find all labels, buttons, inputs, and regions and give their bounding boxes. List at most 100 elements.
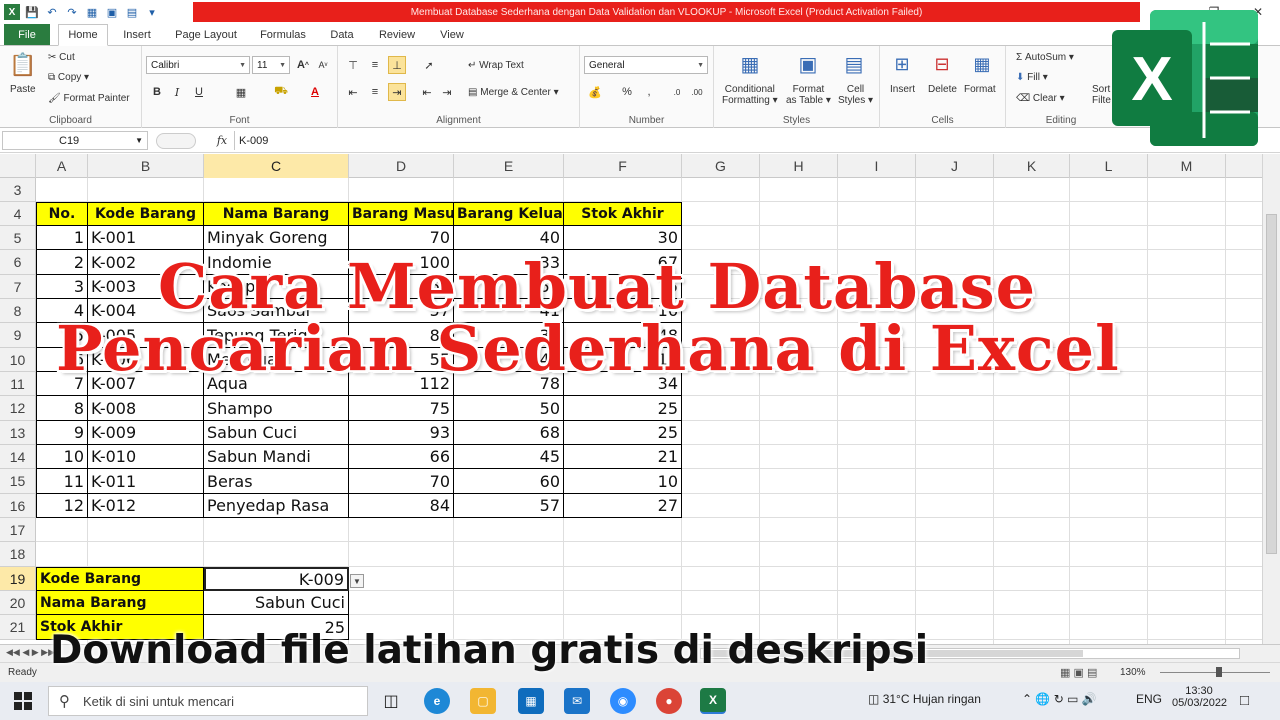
tray-icons[interactable]: ⌃ 🌐 ↻ ▭ 🔊: [1022, 692, 1097, 706]
redo-icon[interactable]: ↷: [64, 4, 80, 20]
table-cell[interactable]: 66: [349, 445, 454, 469]
table-cell[interactable]: K-009: [88, 421, 204, 445]
row-header[interactable]: 13: [0, 421, 36, 445]
clear-button[interactable]: ⌫ Clear ▾: [1016, 93, 1065, 104]
delete-cells-icon[interactable]: ⊟: [928, 50, 956, 78]
column-header-a[interactable]: A: [36, 154, 88, 178]
row-header[interactable]: 11: [0, 372, 36, 396]
file-explorer-icon[interactable]: ▢: [470, 688, 496, 714]
table-cell[interactable]: 2: [36, 250, 88, 275]
notification-icon[interactable]: □: [1240, 692, 1249, 709]
row-header[interactable]: 21: [0, 615, 36, 640]
table-header-kode[interactable]: Kode Barang: [88, 202, 204, 226]
insert-cells-button[interactable]: Insert: [890, 84, 915, 95]
format-as-table-button[interactable]: Format as Table ▾: [786, 84, 831, 106]
format-painter-button[interactable]: 🖌 Format Painter: [48, 93, 130, 104]
table-cell[interactable]: 21: [564, 445, 682, 469]
decrease-indent-icon[interactable]: ⇤: [418, 83, 436, 101]
language-indicator[interactable]: ENG: [1136, 692, 1162, 706]
table-cell[interactable]: 84: [349, 494, 454, 518]
task-view-icon[interactable]: ◫: [378, 688, 404, 714]
table-cell[interactable]: Beras: [204, 469, 349, 494]
row-header[interactable]: 5: [0, 226, 36, 250]
scrollbar-thumb[interactable]: [1266, 214, 1277, 554]
font-name-combo[interactable]: Calibri ▼: [146, 56, 250, 74]
format-cells-icon[interactable]: ▦: [968, 50, 996, 78]
row-header[interactable]: 17: [0, 518, 36, 542]
column-header-b[interactable]: B: [88, 154, 204, 178]
number-format-combo[interactable]: General ▼: [584, 56, 708, 74]
tab-insert[interactable]: Insert: [114, 24, 160, 46]
form-icon[interactable]: ▦: [84, 4, 100, 20]
table-header-keluar[interactable]: Barang Keluar: [454, 202, 564, 226]
excel-app-icon[interactable]: X: [4, 4, 20, 20]
row-header[interactable]: 10: [0, 348, 36, 372]
undo-icon[interactable]: ↶: [44, 4, 60, 20]
underline-button[interactable]: U: [190, 83, 208, 101]
chevron-up-icon[interactable]: ⌃: [1022, 692, 1032, 706]
table-header-no[interactable]: No.: [36, 202, 88, 226]
table-cell[interactable]: 11: [36, 469, 88, 494]
tab-data[interactable]: Data: [322, 24, 362, 46]
table-cell[interactable]: 70: [349, 469, 454, 494]
align-center-icon[interactable]: ≡: [366, 83, 384, 101]
format-cells-button[interactable]: Format: [964, 84, 996, 95]
battery-icon[interactable]: ▭: [1067, 692, 1078, 706]
table-cell[interactable]: 25: [564, 396, 682, 421]
table-cell[interactable]: 25: [564, 421, 682, 445]
table-cell[interactable]: 93: [349, 421, 454, 445]
cell-styles-button[interactable]: Cell Styles ▾: [838, 84, 873, 106]
align-middle-icon[interactable]: ≡: [366, 56, 384, 74]
percent-icon[interactable]: %: [618, 83, 636, 101]
font-size-combo[interactable]: 11 ▼: [252, 56, 290, 74]
table-header-masuk[interactable]: Barang Masuk: [349, 202, 454, 226]
paste-icon[interactable]: 📋: [8, 50, 38, 80]
zoom-slider[interactable]: [1160, 667, 1270, 677]
formula-bar-expand[interactable]: [156, 133, 196, 149]
orientation-icon[interactable]: ➚: [420, 56, 438, 74]
row-header[interactable]: 3: [0, 178, 36, 202]
taskbar-search[interactable]: ⚲ Ketik di sini untuk mencari: [48, 686, 368, 716]
save-icon[interactable]: 💾: [24, 4, 40, 20]
row-header[interactable]: 6: [0, 250, 36, 275]
align-top-icon[interactable]: ⊤: [344, 56, 362, 74]
view-buttons[interactable]: ▦ ▣ ▤: [1060, 666, 1097, 679]
table-cell[interactable]: 50: [454, 396, 564, 421]
row-header[interactable]: 12: [0, 396, 36, 421]
font-color-icon[interactable]: A: [306, 83, 324, 101]
copy-button[interactable]: ⧉ Copy ▾: [48, 72, 89, 83]
align-right-icon[interactable]: ⇥: [388, 83, 406, 101]
fill-button[interactable]: ⬇ Fill ▾: [1016, 72, 1048, 83]
page-break-view-icon[interactable]: ▤: [1087, 667, 1097, 679]
increase-indent-icon[interactable]: ⇥: [438, 83, 456, 101]
column-header-g[interactable]: G: [682, 154, 760, 178]
table-cell[interactable]: K-012: [88, 494, 204, 518]
tab-page-layout[interactable]: Page Layout: [170, 24, 242, 46]
chrome-icon[interactable]: ●: [656, 688, 682, 714]
tab-formulas[interactable]: Formulas: [252, 24, 314, 46]
row-header[interactable]: 7: [0, 275, 36, 299]
decrease-decimal-icon[interactable]: .00: [688, 83, 706, 101]
validation-dropdown-icon[interactable]: ▼: [350, 574, 364, 588]
table-cell[interactable]: 3: [36, 275, 88, 299]
column-header-e[interactable]: E: [454, 154, 564, 178]
column-header-h[interactable]: H: [760, 154, 838, 178]
edge-icon[interactable]: e: [424, 688, 450, 714]
tab-review[interactable]: Review: [372, 24, 422, 46]
table-cell[interactable]: Penyedap Rasa: [204, 494, 349, 518]
clock[interactable]: 13:30 05/03/2022: [1172, 685, 1227, 709]
column-header-k[interactable]: K: [994, 154, 1070, 178]
mail-icon[interactable]: ✉: [564, 688, 590, 714]
row-header[interactable]: 14: [0, 445, 36, 469]
table-cell[interactable]: 10: [36, 445, 88, 469]
row-header[interactable]: 16: [0, 494, 36, 518]
table-cell[interactable]: 45: [454, 445, 564, 469]
row-header[interactable]: 20: [0, 591, 36, 615]
store-icon[interactable]: ▦: [518, 688, 544, 714]
align-left-icon[interactable]: ⇤: [344, 83, 362, 101]
conditional-formatting-icon[interactable]: ▦: [736, 50, 764, 78]
lookup-nama-label[interactable]: Nama Barang: [36, 591, 204, 615]
row-header[interactable]: 8: [0, 299, 36, 323]
table-cell[interactable]: Shampo: [204, 396, 349, 421]
table-cell[interactable]: 9: [36, 421, 88, 445]
